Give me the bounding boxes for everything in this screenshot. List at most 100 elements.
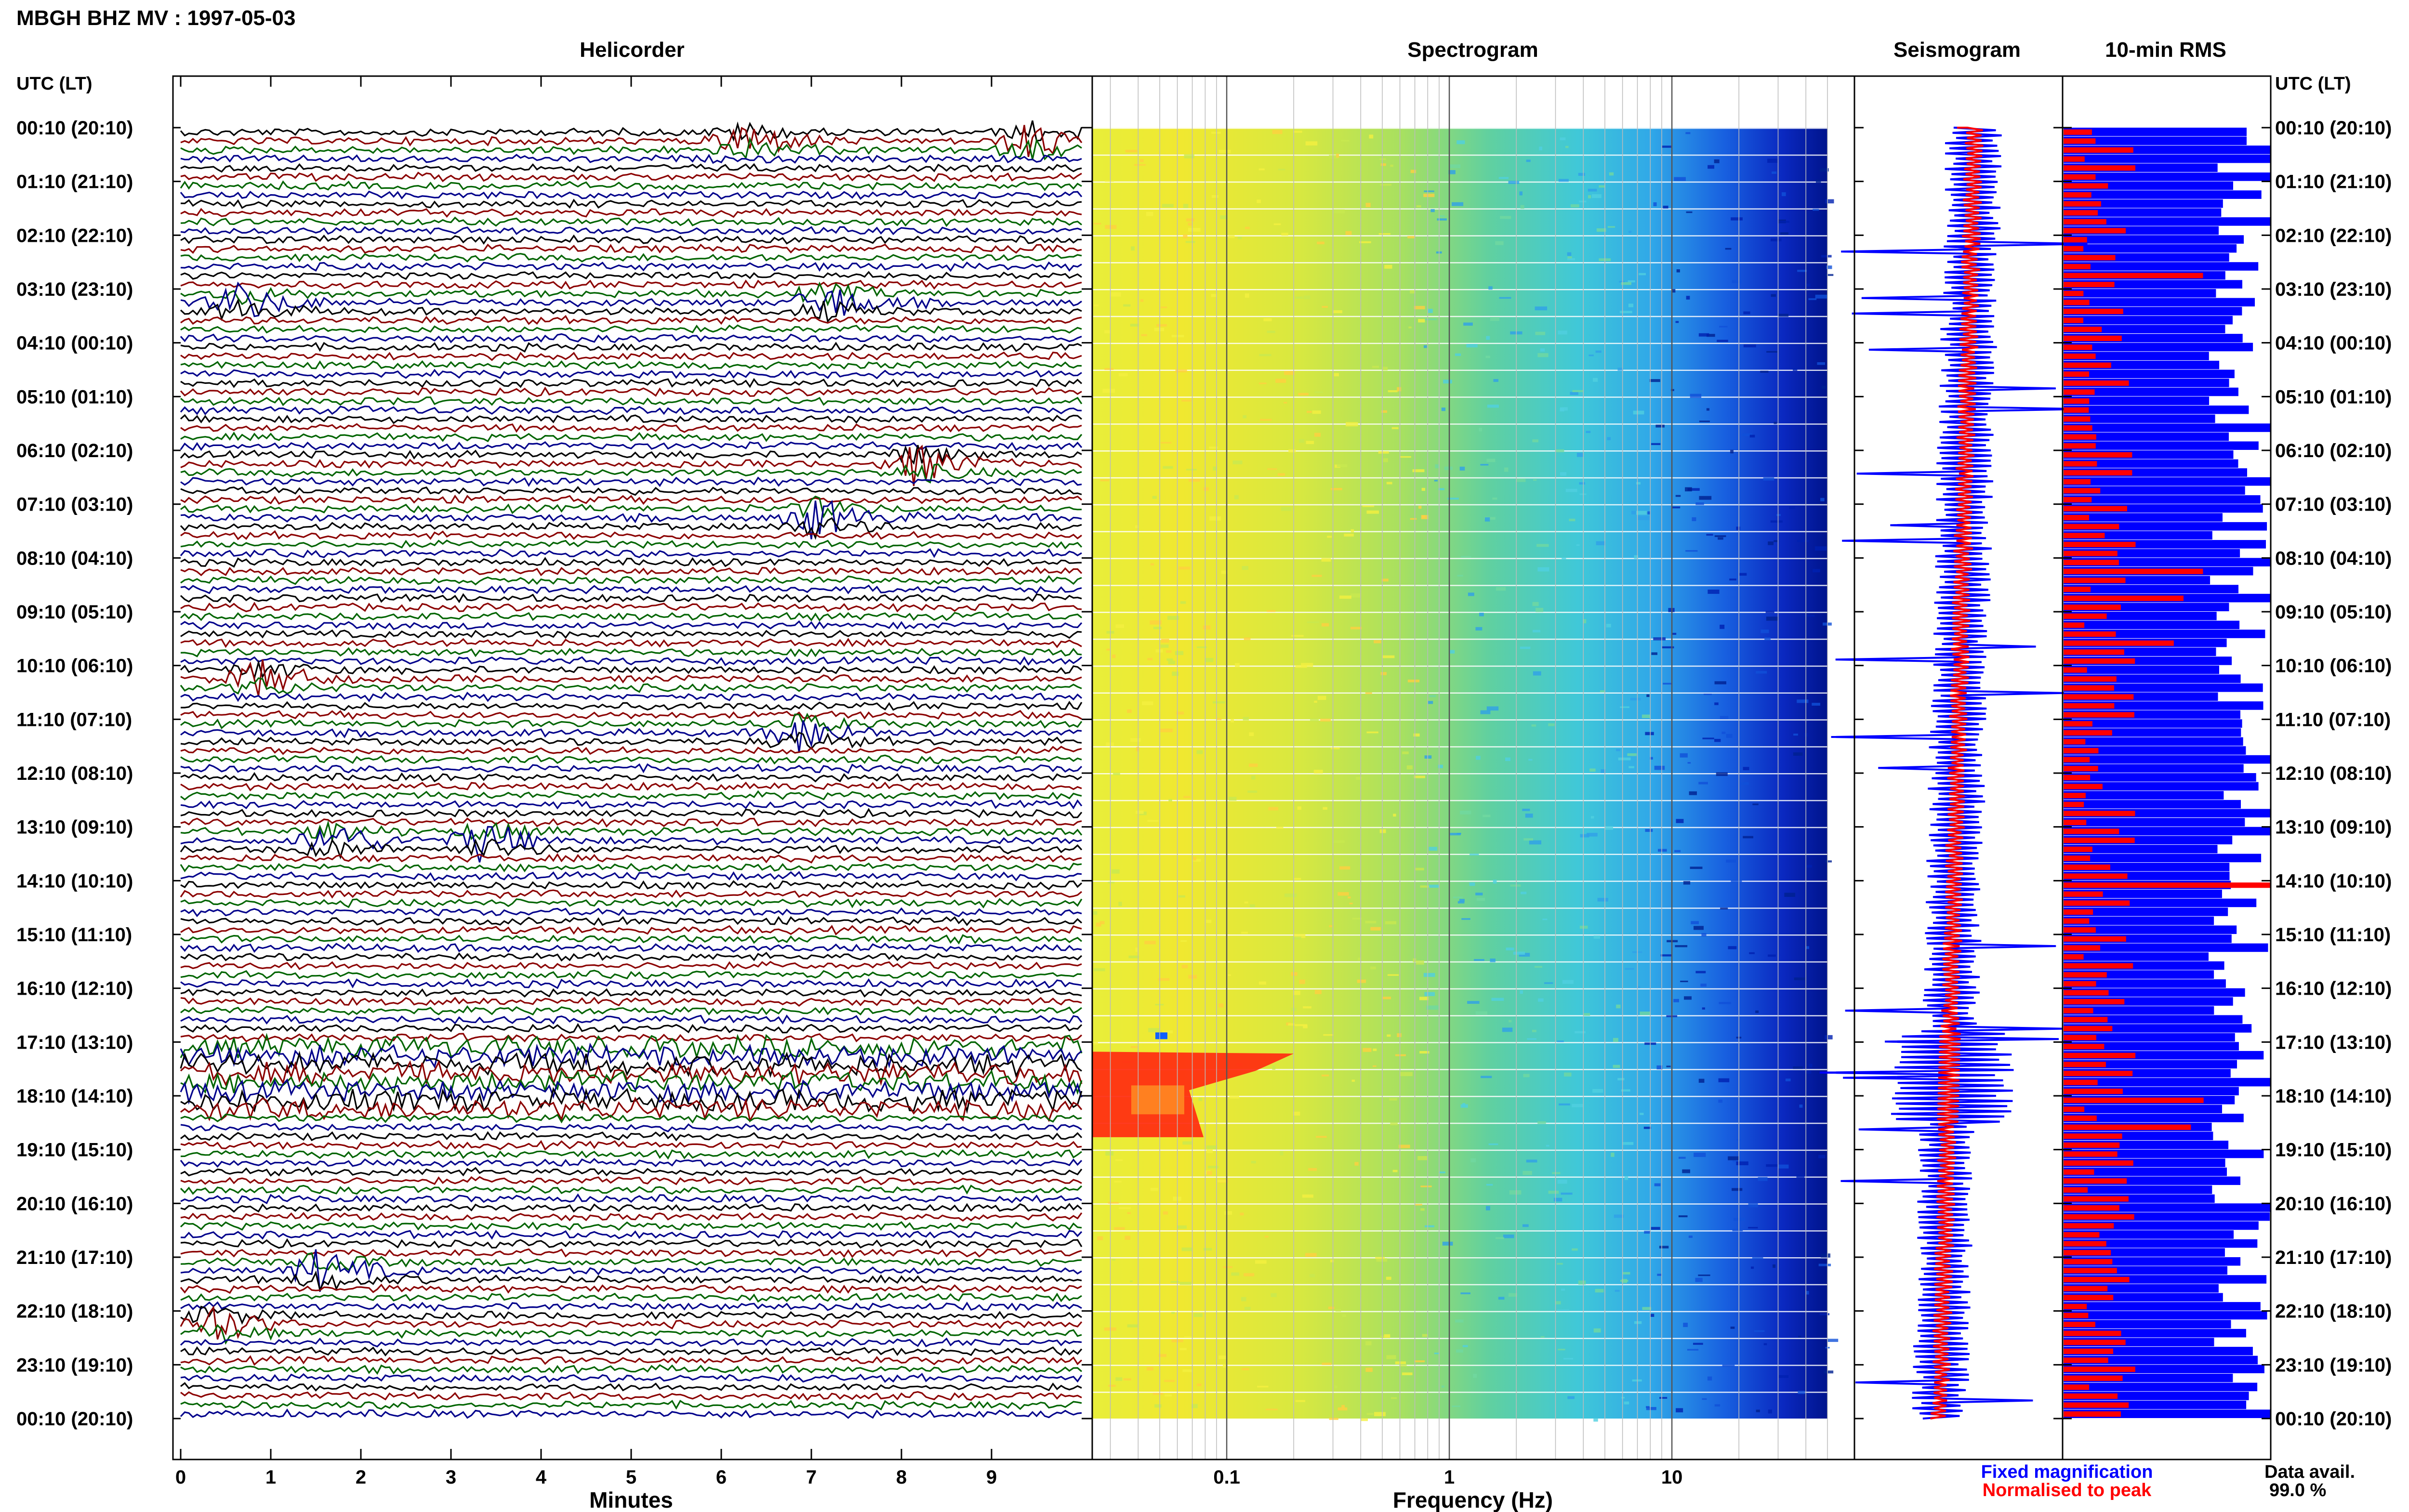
- spectrogram-cell: [1184, 154, 1194, 158]
- spectrogram-cell: [1264, 1236, 1269, 1238]
- spectrogram-row-gap: [1093, 181, 1827, 183]
- spectrogram-cell: [1334, 1385, 1337, 1389]
- helicorder-trace: [180, 1391, 1082, 1401]
- frequency-axis-label: Frequency (Hz): [1393, 1487, 1553, 1512]
- helicorder-trace: [180, 629, 1082, 639]
- spectrogram-cell: [1714, 535, 1726, 537]
- helicorder-trace: [180, 593, 1082, 604]
- rms-panel: [2064, 128, 2270, 1418]
- spectrogram-cell: [1321, 558, 1331, 562]
- spectrogram-cell: [1743, 311, 1750, 315]
- spectrogram-cell: [1434, 480, 1438, 482]
- spectrogram-cell: [1152, 496, 1157, 499]
- spectrogram-cell: [1748, 1203, 1758, 1208]
- helicorder-trace: [180, 1193, 1082, 1205]
- helicorder-trace: [180, 871, 1082, 881]
- spectrogram-row-gap: [1093, 504, 1827, 506]
- spectrogram-cell: [1365, 692, 1372, 694]
- spectrogram-cell: [1704, 693, 1712, 696]
- time-label-right: 12:10 (08:10): [2275, 763, 2392, 784]
- spectrogram-cell: [1634, 1321, 1642, 1324]
- spectrogram-cell: [1525, 814, 1533, 818]
- spectrogram-cell: [1720, 907, 1728, 910]
- spectrogram-cell: [1444, 466, 1453, 470]
- spectrogram-cell: [1706, 534, 1713, 536]
- helicorder-trace: [180, 1221, 1082, 1231]
- spectrogram-cell: [1339, 866, 1350, 870]
- helicorder-trace: [180, 1301, 1082, 1312]
- spectrogram-cell: [1718, 1099, 1723, 1103]
- spectrogram-cell: [1400, 456, 1411, 458]
- spectrogram-cell: [1560, 137, 1566, 141]
- spectrogram-cell: [1385, 921, 1397, 924]
- rms-bar-fixed: [2064, 495, 2261, 504]
- minutes-tick-label: 2: [356, 1467, 366, 1488]
- spectrogram-cell: [1554, 1197, 1562, 1202]
- spectrogram-cell: [1242, 1368, 1249, 1370]
- spectrogram-cell: [1313, 770, 1323, 774]
- spectrogram-cell: [1641, 714, 1651, 718]
- spectrogram-cell: [1223, 1266, 1233, 1268]
- spectrogram-cell: [1342, 1314, 1346, 1317]
- spectrogram-cell: [1273, 223, 1281, 225]
- spectrogram-cell: [1651, 1227, 1660, 1230]
- rms-bar-fixed: [2064, 477, 2270, 486]
- spectrogram-cell: [1540, 348, 1545, 352]
- time-label-right: 02:10 (22:10): [2275, 225, 2392, 246]
- spectrogram-cell: [1694, 926, 1704, 930]
- spectrogram-cell: [1217, 718, 1222, 721]
- spectrogram-cell: [1136, 747, 1139, 751]
- rms-bar-normalised: [2064, 1017, 2108, 1023]
- time-label-right: 05:10 (01:10): [2275, 386, 2392, 408]
- spectrogram-cell: [1520, 646, 1531, 649]
- spectrogram-cell: [1336, 154, 1339, 158]
- spectrogram-row-gap: [1093, 1230, 1827, 1232]
- spectrogram-cell: [1302, 1194, 1313, 1198]
- spectrogram-cell: [1093, 1041, 1098, 1045]
- spectrogram-cell: [1430, 209, 1435, 212]
- spectrogram-cell: [1330, 488, 1342, 490]
- spectrogram-cell: [1615, 1289, 1620, 1292]
- helicorder-trace: [180, 620, 1083, 631]
- spectrogram-cell: [1185, 241, 1195, 243]
- spectrogram-cell: [1476, 756, 1481, 760]
- spectrogram-cell: [1335, 1309, 1341, 1312]
- spectrogram-cell: [1572, 1104, 1584, 1107]
- minutes-tick-label: 3: [446, 1467, 456, 1488]
- helicorder-trace: [180, 1203, 1083, 1213]
- spectrogram-cell: [1620, 706, 1629, 708]
- spectrogram-cell: [1523, 1074, 1530, 1078]
- rms-bar-fixed: [2064, 405, 2249, 414]
- rms-bar-normalised: [2064, 1205, 2119, 1211]
- spectrogram-cell: [1654, 1183, 1661, 1186]
- spectrogram-cell: [1330, 1260, 1334, 1262]
- spectrogram-cell: [1560, 407, 1568, 411]
- helicorder-trace: [180, 907, 1082, 918]
- spectrogram-cell: [1579, 925, 1588, 929]
- rms-bar-normalised: [2064, 721, 2092, 727]
- frequency-tick-label: 0.1: [1213, 1467, 1240, 1488]
- rms-bar-normalised: [2064, 533, 2105, 539]
- spectrogram-cell: [1563, 1358, 1574, 1360]
- helicorder-trace: [180, 1400, 1082, 1411]
- spectrogram-cell: [1698, 1078, 1705, 1083]
- helicorder-trace: [180, 720, 1082, 753]
- rms-bar-normalised: [2064, 1214, 2134, 1220]
- spectrogram-row-gap: [1093, 531, 1827, 532]
- rms-bar-normalised: [2064, 909, 2093, 915]
- spectrogram-cell: [1533, 479, 1537, 481]
- spectrogram-row-gap: [1093, 665, 1827, 667]
- spectrogram-cell: [1114, 1181, 1122, 1183]
- rms-bar-normalised: [2064, 685, 2114, 691]
- spectrogram-cell: [1231, 719, 1234, 723]
- rms-bar-normalised: [2064, 147, 2133, 153]
- spectrogram-cell: [1229, 1095, 1240, 1099]
- helicorder-trace: [180, 1382, 1082, 1392]
- spectrogram-cell: [1522, 808, 1530, 811]
- rms-bar-normalised: [2064, 362, 2111, 368]
- helicorder-trace: [180, 997, 1082, 1007]
- spectrogram-cell: [1593, 1418, 1598, 1422]
- spectrogram-cell: [1295, 296, 1303, 299]
- spectrogram-cell: [1716, 772, 1728, 776]
- spectrogram-cell: [1369, 134, 1374, 139]
